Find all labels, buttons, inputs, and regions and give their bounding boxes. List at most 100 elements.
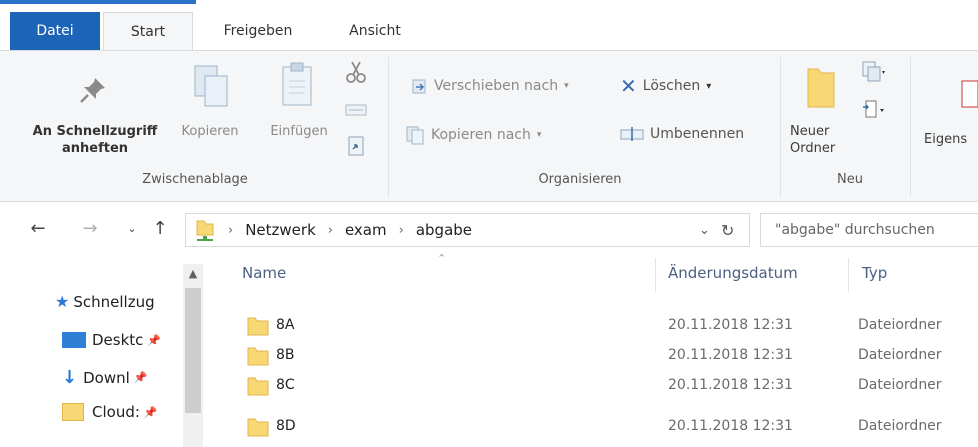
pin-quick-access-button[interactable]: An Schnellzugriff anheften [20, 123, 170, 157]
file-type: Dateiordner [858, 317, 942, 333]
file-date: 20.11.2018 12:31 [668, 418, 793, 434]
new-group-label: Neu [837, 172, 863, 187]
folder-icon [247, 317, 269, 336]
file-row[interactable]: 8D 20.11.2018 12:31 Dateiordner [230, 413, 978, 443]
breadcrumb-separator-icon: › [228, 222, 234, 238]
address-bar[interactable]: › Netzwerk › exam › abgabe ⌄ ↻ [185, 213, 750, 247]
column-divider[interactable] [655, 258, 656, 292]
copy-to-label: Kopieren nach [431, 127, 531, 143]
ribbon-tab-bar: Datei Start Freigeben Ansicht [0, 11, 978, 51]
file-name: 8B [276, 347, 295, 363]
file-row[interactable]: 8C 20.11.2018 12:31 Dateiordner [230, 372, 978, 402]
new-folder-button[interactable]: Neuer Ordner [790, 123, 850, 157]
copy-button[interactable]: Kopieren [170, 123, 250, 140]
nav-item-label: Desktc [92, 331, 144, 349]
breadcrumb-separator-icon: › [398, 222, 404, 238]
easy-access-icon[interactable] [860, 97, 886, 123]
tab-start[interactable]: Start [103, 11, 193, 51]
delete-label: Löschen [642, 78, 701, 94]
window-top-accent [0, 0, 196, 4]
tab-share[interactable]: Freigeben [203, 12, 313, 50]
breadcrumb-exam[interactable]: exam [345, 221, 387, 239]
file-type: Dateiordner [858, 418, 942, 434]
paste-shortcut-icon[interactable] [343, 133, 369, 159]
file-name: 8A [276, 317, 295, 333]
copy-path-icon[interactable] [343, 97, 369, 123]
file-date: 20.11.2018 12:31 [668, 347, 793, 363]
folder-icon [247, 377, 269, 396]
rename-button[interactable]: Umbenennen [620, 125, 744, 143]
sort-ascending-icon: ⌃ [437, 252, 447, 265]
new-item-icon[interactable] [860, 59, 886, 85]
cloud-folder-icon [62, 403, 84, 421]
scrollbar-thumb[interactable] [185, 288, 201, 413]
breadcrumb-separator-icon: › [327, 222, 333, 238]
organize-group-label: Organisieren [538, 172, 622, 187]
desktop-icon [62, 332, 86, 348]
nav-item-cloud[interactable]: Cloud: 📌 [62, 403, 158, 421]
pin-icon: 📌 [143, 405, 158, 419]
nav-item-label: Cloud: [92, 403, 140, 421]
chevron-down-icon: ▾ [564, 81, 569, 91]
move-to-icon [412, 79, 426, 94]
file-row[interactable]: 8A 20.11.2018 12:31 Dateiordner [230, 312, 978, 342]
download-arrow-icon: ↓ [62, 367, 78, 388]
breadcrumb-network[interactable]: Netzwerk [245, 221, 316, 239]
properties-button[interactable]: Eigens [924, 131, 978, 148]
new-folder-label-line2: Ordner [790, 141, 836, 156]
rename-label: Umbenennen [650, 126, 745, 142]
clipboard-group-label: Zwischenablage [142, 172, 248, 187]
pin-icon [80, 78, 105, 103]
file-name: 8C [276, 377, 295, 393]
pin-label-line2: anheften [61, 141, 129, 156]
paste-button[interactable]: Einfügen [254, 123, 344, 140]
pin-icon: 📌 [147, 333, 162, 347]
copy-to-button[interactable]: Kopieren nach ▾ [405, 125, 541, 145]
chevron-down-icon: ▾ [536, 130, 542, 140]
file-row[interactable]: 8B 20.11.2018 12:31 Dateiordner [230, 342, 978, 372]
rename-icon [620, 127, 644, 141]
nav-item-downloads[interactable]: ↓ Downl 📌 [62, 367, 147, 388]
pin-label-line1: An Schnellzugriff [32, 124, 158, 139]
tab-file[interactable]: Datei [10, 12, 100, 50]
file-type: Dateiordner [858, 347, 942, 363]
copy-to-icon [406, 126, 424, 145]
search-input[interactable]: "abgabe" durchsuchen [760, 213, 978, 247]
paste-icon [282, 62, 312, 106]
column-header-date[interactable]: Änderungsdatum [668, 264, 798, 282]
file-date: 20.11.2018 12:31 [668, 317, 793, 333]
chevron-down-icon: ▾ [706, 80, 712, 92]
column-header-name[interactable]: Name [242, 264, 286, 282]
file-list-header: ⌃ Name Änderungsdatum Typ [0, 250, 978, 300]
forward-arrow-icon[interactable]: → [78, 216, 102, 242]
delete-icon: ✕ [620, 74, 637, 98]
tab-view[interactable]: Ansicht [330, 12, 420, 50]
ribbon-separator [910, 57, 911, 197]
properties-icon [961, 80, 978, 108]
column-header-type[interactable]: Typ [862, 264, 887, 282]
file-name: 8D [276, 418, 296, 434]
move-to-label: Verschieben nach [434, 78, 559, 94]
nav-item-label: Downl [83, 368, 130, 387]
folder-icon [247, 347, 269, 366]
address-history-chevron-icon[interactable]: ⌄ [699, 223, 710, 238]
nav-item-desktop[interactable]: Desktc 📌 [62, 331, 161, 349]
pin-icon: 📌 [133, 371, 148, 384]
copy-icon [194, 65, 228, 107]
back-arrow-icon[interactable]: ← [26, 216, 50, 242]
file-type: Dateiordner [858, 377, 942, 393]
ribbon: An Schnellzugriff anheften Kopieren Einf… [0, 50, 978, 202]
move-to-button[interactable]: Verschieben nach ▾ [412, 77, 569, 95]
folder-icon [247, 418, 269, 437]
breadcrumb-abgabe[interactable]: abgabe [416, 221, 472, 239]
ribbon-separator [780, 57, 781, 197]
recent-locations-chevron-icon[interactable]: ⌄ [120, 216, 144, 242]
refresh-icon[interactable]: ↻ [721, 221, 734, 240]
column-divider[interactable] [848, 258, 849, 292]
network-location-icon [196, 220, 214, 241]
cut-icon[interactable] [343, 59, 369, 85]
file-date: 20.11.2018 12:31 [668, 377, 793, 393]
up-arrow-icon[interactable]: ↑ [148, 216, 172, 242]
delete-button[interactable]: ✕ Löschen ▾ [620, 74, 712, 98]
ribbon-separator [388, 57, 389, 197]
